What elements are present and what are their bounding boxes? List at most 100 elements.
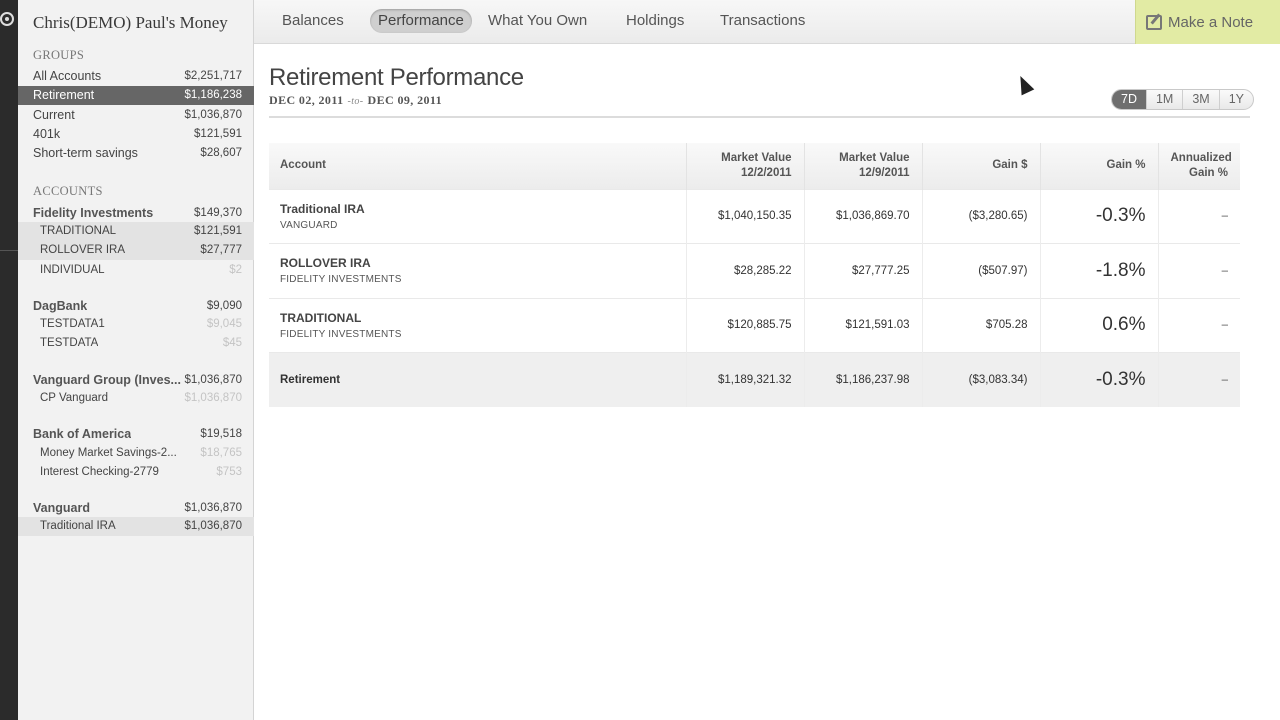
mouse-cursor-icon <box>1014 73 1035 96</box>
sidebar-account-traditional-ira[interactable]: Traditional IRA $1,036,870 <box>18 517 254 536</box>
gain-percent: 0.6% <box>1040 297 1159 353</box>
account-cell: ROLLOVER IRA FIDELITY INVESTMENTS <box>269 243 687 298</box>
tab-holdings[interactable]: Holdings <box>618 9 692 33</box>
account-label: CP Vanguard <box>40 392 108 404</box>
sidebar-account-rollover-ira[interactable]: ROLLOVER IRA $27,777 <box>18 241 254 260</box>
institution-label: DagBank <box>33 299 88 313</box>
make-a-note-label: Make a Note <box>1168 14 1254 31</box>
account-label: ROLLOVER IRA <box>40 244 125 256</box>
date-range: DEC 02, 2011 -to- DEC 09, 2011 <box>269 93 442 108</box>
table-header-row: Account Market Value 12/2/2011 Market Val… <box>269 143 1240 189</box>
tab-performance[interactable]: Performance <box>370 9 472 33</box>
table-row[interactable]: ROLLOVER IRA FIDELITY INVESTMENTS $28,285… <box>269 243 1240 298</box>
group-label: Current <box>33 108 75 122</box>
gain-dollars: ($507.97) <box>922 243 1041 298</box>
header-line: Market Value <box>721 151 792 164</box>
tab-transactions[interactable]: Transactions <box>712 9 813 33</box>
group-value: $28,607 <box>200 147 242 159</box>
range-3m-button[interactable]: 3M <box>1182 90 1218 109</box>
gain-dollars: $705.28 <box>922 297 1041 353</box>
account-label: INDIVIDUAL <box>40 264 105 276</box>
institution-label: Bank of America <box>33 427 132 441</box>
sidebar-group-retirement[interactable]: Retirement $1,186,238 <box>18 86 254 105</box>
col-annualized-gain[interactable]: Annualized Gain % <box>1158 143 1240 189</box>
table-total-row: Retirement $1,189,321.32 $1,186,237.98 (… <box>269 352 1240 407</box>
date-to: DEC 09, 2011 <box>367 93 443 107</box>
account-institution: FIDELITY INVESTMENTS <box>280 328 402 340</box>
account-label: TRADITIONAL <box>40 225 117 237</box>
sidebar-title: Chris(DEMO) Paul's Money <box>33 13 228 32</box>
sidebar-account-individual[interactable]: INDIVIDUAL $2 <box>18 261 254 280</box>
market-value-end: $1,036,869.70 <box>804 188 923 244</box>
page-title: Retirement Performance <box>269 64 524 91</box>
accounts-header: ACCOUNTS <box>33 184 103 198</box>
header-line: Annualized <box>1170 151 1232 164</box>
range-1y-button[interactable]: 1Y <box>1218 90 1253 109</box>
account-label: TESTDATA1 <box>40 318 105 330</box>
sidebar-institution-vanguard[interactable]: Vanguard $1,036,870 <box>18 499 254 518</box>
account-label: Interest Checking-2779 <box>40 466 159 478</box>
group-label: All Accounts <box>33 69 102 83</box>
sidebar-group-all-accounts[interactable]: All Accounts $2,251,717 <box>18 67 254 86</box>
sidebar-account-testdata[interactable]: TESTDATA $45 <box>18 334 254 353</box>
market-value-start: $28,285.22 <box>686 243 805 298</box>
table-row[interactable]: Traditional IRA VANGUARD $1,040,150.35 $1… <box>269 188 1240 244</box>
total-label: Retirement <box>269 352 687 407</box>
account-label: Traditional IRA <box>40 520 116 532</box>
account-name: Traditional IRA <box>280 201 365 216</box>
market-value-end: $27,777.25 <box>804 243 923 298</box>
sidebar-account-interest-checking[interactable]: Interest Checking-2779 $753 <box>18 463 254 482</box>
col-gain-percent[interactable]: Gain % <box>1040 143 1159 189</box>
institution-value: $149,370 <box>194 207 242 219</box>
total-gain-percent: -0.3% <box>1040 352 1159 407</box>
tab-balances[interactable]: Balances <box>274 9 352 33</box>
account-name: TRADITIONAL <box>280 310 362 325</box>
tab-what-you-own[interactable]: What You Own <box>480 9 595 33</box>
sidebar-institution-fidelity[interactable]: Fidelity Investments $149,370 <box>18 204 254 223</box>
account-label: Money Market Savings-2... <box>40 447 177 459</box>
sidebar-institution-bank-of-america[interactable]: Bank of America $19,518 <box>18 425 254 444</box>
make-a-note-button[interactable]: Make a Note <box>1135 0 1280 44</box>
header-line: Gain % <box>1189 166 1228 179</box>
account-value: $45 <box>222 337 242 349</box>
sidebar-institution-vanguard-group[interactable]: Vanguard Group (Inves... $1,036,870 <box>18 371 254 390</box>
sidebar-group-short-term-savings[interactable]: Short-term savings $28,607 <box>18 144 254 163</box>
sidebar-account-cp-vanguard[interactable]: CP Vanguard $1,036,870 <box>18 389 254 408</box>
account-name: ROLLOVER IRA <box>280 256 371 271</box>
col-gain-dollars[interactable]: Gain $ <box>922 143 1041 189</box>
total-annualized-gain: – <box>1158 352 1240 407</box>
range-7d-button[interactable]: 7D <box>1112 90 1146 109</box>
account-institution: FIDELITY INVESTMENTS <box>280 274 402 286</box>
account-cell: TRADITIONAL FIDELITY INVESTMENTS <box>269 297 687 353</box>
col-account[interactable]: Account <box>269 143 687 189</box>
account-value: $27,777 <box>200 244 242 256</box>
sidebar-account-testdata1[interactable]: TESTDATA1 $9,045 <box>18 315 254 334</box>
institution-value: $19,518 <box>200 428 242 440</box>
title-divider <box>269 116 1250 118</box>
col-market-value-end[interactable]: Market Value 12/9/2011 <box>804 143 923 189</box>
group-value: $1,186,238 <box>184 89 242 101</box>
sidebar-account-money-market[interactable]: Money Market Savings-2... $18,765 <box>18 444 254 463</box>
gear-icon[interactable] <box>0 12 14 26</box>
range-1m-button[interactable]: 1M <box>1145 90 1182 109</box>
groups-header: GROUPS <box>33 48 85 62</box>
total-gain-dollars: ($3,083.34) <box>922 352 1041 407</box>
account-institution: VANGUARD <box>280 219 338 231</box>
header-line: 12/9/2011 <box>858 166 910 179</box>
total-market-value-end: $1,186,237.98 <box>804 352 923 407</box>
top-nav: Balances Performance What You Own Holdin… <box>254 0 1280 44</box>
sidebar-account-traditional[interactable]: TRADITIONAL $121,591 <box>18 222 254 241</box>
account-value: $121,591 <box>194 225 242 237</box>
institution-label: Vanguard Group (Inves... <box>33 373 181 387</box>
account-value: $1,036,870 <box>184 392 242 404</box>
sidebar-institution-dagbank[interactable]: DagBank $9,090 <box>18 297 254 316</box>
total-market-value-start: $1,189,321.32 <box>686 352 805 407</box>
sidebar-group-current[interactable]: Current $1,036,870 <box>18 106 254 125</box>
table-row[interactable]: TRADITIONAL FIDELITY INVESTMENTS $120,885… <box>269 297 1240 353</box>
date-from: DEC 02, 2011 <box>269 93 344 107</box>
sidebar-group-401k[interactable]: 401k $121,591 <box>18 125 254 144</box>
account-value: $753 <box>216 466 242 478</box>
col-market-value-start[interactable]: Market Value 12/2/2011 <box>686 143 805 189</box>
edit-note-icon <box>1146 15 1162 30</box>
performance-table: Account Market Value 12/2/2011 Market Val… <box>269 143 1240 407</box>
